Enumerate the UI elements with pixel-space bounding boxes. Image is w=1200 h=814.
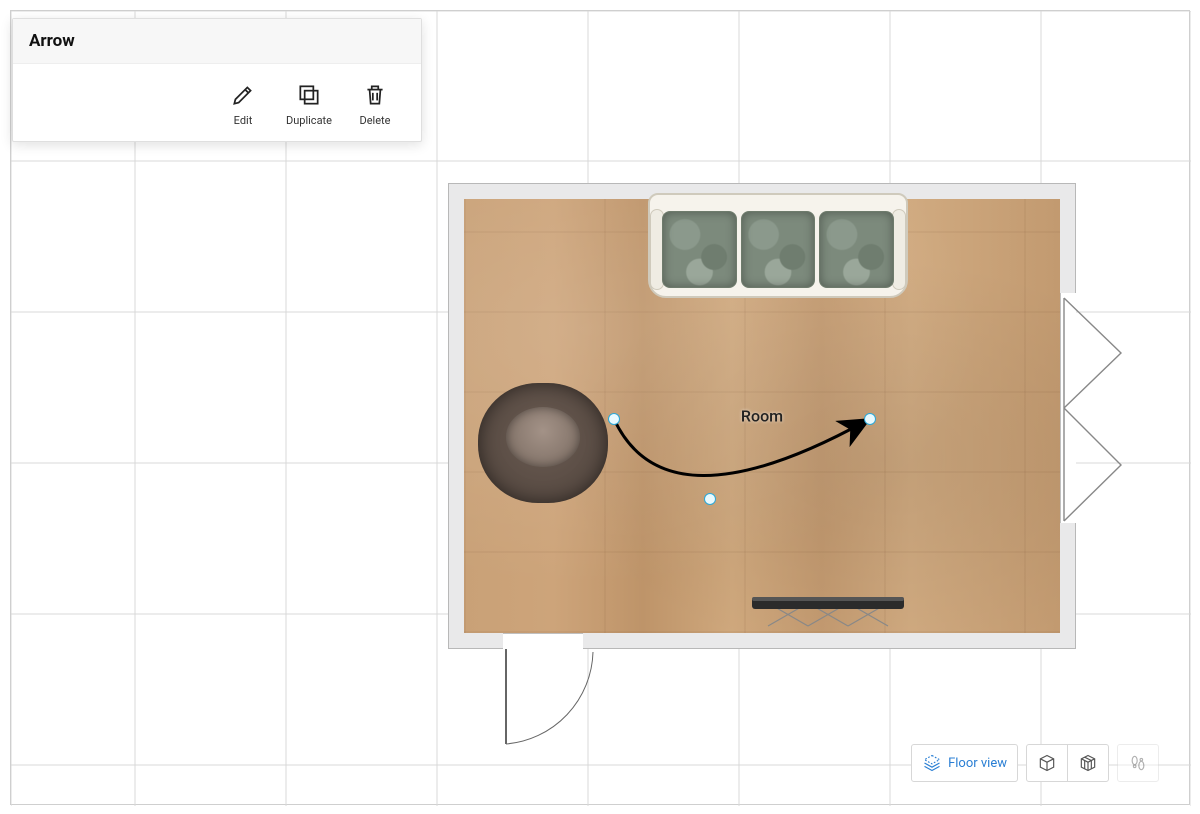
footprints-icon [1128,753,1148,773]
floor-view-button[interactable]: Floor view [911,744,1018,782]
armchair-furniture[interactable] [478,383,608,503]
dollhouse-view-button[interactable] [1026,744,1068,782]
door-opening [503,633,583,649]
floor-view-label: Floor view [948,756,1007,771]
door-swing-icon [503,649,663,759]
arrow-annotation[interactable] [606,411,886,511]
window-icon [1061,293,1131,523]
duplicate-icon [296,82,322,108]
tv-furniture[interactable] [748,591,908,631]
view-toolbar: Floor view [911,744,1159,782]
edit-label: Edit [234,114,253,127]
stack-icon [922,753,942,773]
delete-button[interactable]: Delete [347,82,403,127]
pencil-icon [230,82,256,108]
delete-label: Delete [360,114,391,127]
popover-title: Arrow [13,19,421,64]
duplicate-button[interactable]: Duplicate [281,82,337,127]
arrow-handle-end[interactable] [864,413,876,425]
arrow-handle-mid[interactable] [704,493,716,505]
walk-view-button [1117,744,1159,782]
cube-3d-icon [1078,753,1098,773]
selection-popover: Arrow Edit Duplicate Delete [12,18,422,142]
edit-button[interactable]: Edit [215,82,271,127]
sofa-furniture[interactable] [648,193,908,298]
trash-icon [362,82,388,108]
duplicate-label: Duplicate [286,114,332,127]
3d-view-button[interactable] [1067,744,1109,782]
cube-outline-icon [1037,753,1057,773]
arrow-handle-start[interactable] [608,413,620,425]
